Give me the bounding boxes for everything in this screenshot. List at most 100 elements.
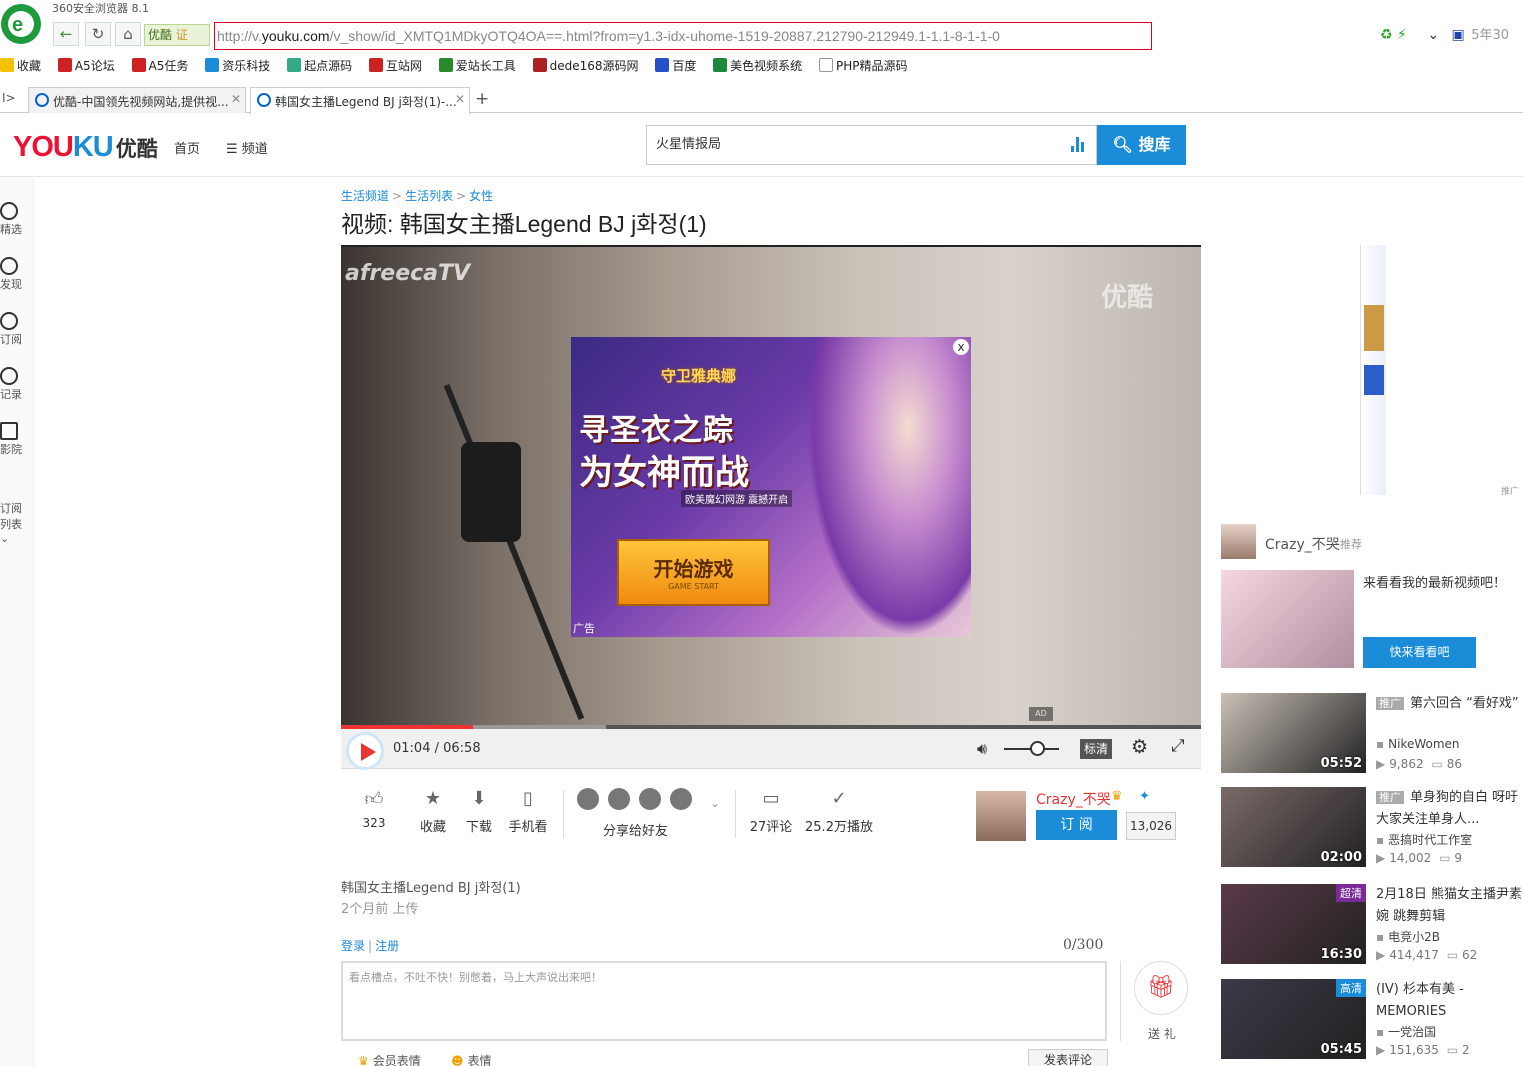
close-tab-icon[interactable]: ✕ [455, 92, 465, 106]
bookmark-item[interactable]: A5任务 [131, 57, 188, 74]
breadcrumb-link[interactable]: 女性 [469, 189, 493, 203]
video-thumbnail[interactable]: 超清 16:30 [1221, 884, 1366, 964]
video-duration: 05:52 [1320, 756, 1362, 771]
bookmark-item[interactable]: 起点源码 [287, 57, 352, 74]
tab-strip: I> 优酷-中国领先视频网站,提供视... ✕ 韩国女主播Legend BJ j… [0, 86, 1523, 114]
related-video-card[interactable]: 高清 05:45 (IV) 杉本有美 - MEMORIES ▪ 一党治国 ▶ 151,635… [1221, 979, 1523, 1059]
share-label[interactable]: 分享给好友 [603, 820, 668, 839]
comment-icon: ▭ [1446, 1043, 1459, 1057]
divider [1120, 961, 1121, 1041]
gift-button[interactable]: 🎁︎ [1134, 961, 1188, 1015]
video-owner[interactable]: ▪ NikeWomen [1376, 737, 1460, 751]
video-thumbnail[interactable]: 02:00 [1221, 787, 1366, 867]
search-icon: 🔍︎ [1112, 135, 1139, 154]
weibo-icon[interactable] [639, 788, 661, 810]
new-tab-button[interactable]: + [475, 89, 489, 109]
qq-icon[interactable] [670, 788, 692, 810]
right-ad-banner[interactable] [1360, 245, 1386, 495]
tab-list-toggle[interactable]: I> [2, 91, 16, 105]
back-button[interactable]: ← [53, 22, 79, 46]
search-button[interactable]: 🔍︎ 搜库 [1097, 125, 1186, 165]
youku-logo[interactable]: YOUKU 优酷 [13, 131, 158, 164]
video-owner[interactable]: ▪ 恶搞时代工作室 [1376, 831, 1472, 848]
refresh-button[interactable]: ↻ [85, 22, 111, 46]
subscribe-button[interactable]: 订 阅 [1036, 810, 1117, 840]
rail-item-subscription-list[interactable]: 订阅列表 ⌄ [0, 500, 22, 545]
close-tab-icon[interactable]: ✕ [231, 92, 241, 106]
register-link[interactable]: 注册 [375, 939, 399, 953]
volume-icon[interactable]: 🔊︎ [977, 739, 987, 759]
ad-overlay[interactable]: 守卫雅典娜 寻圣衣之踪 为女神而战 欧美魔幻网游 震撼开启 开始游戏 GAME S… [571, 337, 971, 637]
video-title[interactable]: 推广 单身狗的自白 呀吁大家关注单身人... [1376, 787, 1523, 831]
fullscreen-icon[interactable]: ⤢ [1171, 736, 1185, 756]
nav-channels-link[interactable]: ☰ 频道 [226, 138, 268, 157]
like-button[interactable]: 👍︎ 323 [362, 788, 386, 831]
qzone-icon[interactable] [608, 788, 630, 810]
nav-home-link[interactable]: 首页 [174, 138, 200, 157]
login-link[interactable]: 登录 [341, 939, 365, 953]
bookmark-item[interactable]: 收藏 [0, 57, 41, 74]
bookmark-item[interactable]: A5论坛 [57, 57, 115, 74]
wechat-icon[interactable] [577, 788, 599, 810]
bookmark-item[interactable]: 百度 [655, 57, 696, 74]
url-prefix: http://v. [217, 28, 262, 44]
uploader-avatar[interactable] [976, 791, 1026, 841]
video-title[interactable]: 推广 第六回合 “看好戏” [1376, 693, 1523, 715]
uploader-name[interactable]: Crazy_不哭 [1036, 789, 1111, 809]
bookmark-item[interactable]: 资乐科技 [205, 57, 270, 74]
video-player[interactable]: afreecaTV 优酷 守卫雅典娜 寻圣衣之踪 为女神而战 欧美魔幻网游 震撼… [341, 245, 1201, 727]
paw-icon[interactable]: ▣ [1452, 27, 1465, 43]
video-thumbnail[interactable]: 高清 05:45 [1221, 979, 1366, 1059]
quality-selector[interactable]: 标清 [1080, 739, 1112, 759]
video-title[interactable]: 2月18日 熊猫女主播尹素婉 跳舞剪辑 [1376, 884, 1523, 928]
related-video-card[interactable]: 超清 16:30 2月18日 熊猫女主播尹素婉 跳舞剪辑 ▪ 电竞小2B ▶ 414,417… [1221, 884, 1523, 964]
related-video-card[interactable]: 05:52 推广 第六回合 “看好戏” ▪ NikeWomen ▶ 9,862 ▭ 86 [1221, 693, 1523, 773]
home-button[interactable]: ⌂ [115, 22, 141, 46]
recommend-avatar[interactable] [1221, 524, 1256, 559]
chevron-down-icon[interactable]: ⌄ [1427, 27, 1439, 43]
gear-icon[interactable]: ⚙ [1131, 736, 1148, 758]
play-button[interactable] [346, 732, 384, 770]
rail-item-featured[interactable]: 精选 [0, 202, 34, 237]
vip-emoji-button[interactable]: ♛ 会员表情 [358, 1052, 421, 1066]
bookmark-item[interactable]: 爱站长工具 [438, 57, 516, 74]
browser-tab[interactable]: 优酷-中国领先视频网站,提供视... ✕ [28, 87, 246, 113]
bookmark-item[interactable]: 互站网 [368, 57, 422, 74]
video-title[interactable]: (IV) 杉本有美 - MEMORIES [1376, 979, 1523, 1023]
lightning-icon[interactable]: ⚡ [1397, 27, 1407, 43]
comment-textarea[interactable]: 看点槽点，不吐不快！别憋着，马上大声说出来吧！ [341, 961, 1107, 1041]
favorite-button[interactable]: ★ 收藏 [419, 788, 447, 835]
video-thumbnail[interactable]: 05:52 [1221, 693, 1366, 773]
share-more-chevron-icon[interactable]: ⌄ [710, 796, 720, 810]
post-comment-button[interactable]: 发表评论 [1028, 1049, 1108, 1066]
gift-label[interactable]: 送 礼 [1148, 1025, 1176, 1042]
ad-start-game-button[interactable]: 开始游戏 GAME START [617, 539, 770, 606]
recommend-name[interactable]: Crazy_不哭 [1265, 534, 1340, 554]
bookmark-item[interactable]: dede168源码网 [532, 57, 639, 74]
browser-tab-active[interactable]: 韩国女主播Legend BJ j화정(1)-... ✕ [250, 87, 470, 114]
breadcrumb-link[interactable]: 生活频道 [341, 189, 389, 203]
ad-close-button[interactable]: x [953, 339, 969, 355]
comments-button[interactable]: ▭ 27评论 [749, 788, 793, 835]
video-owner[interactable]: ▪ 电竞小2B [1376, 928, 1440, 945]
rail-item-cinema[interactable]: 影院 [0, 422, 34, 457]
emoji-button[interactable]: ☻ 表情 [451, 1052, 492, 1066]
site-badge[interactable]: 优酷 证 [144, 24, 210, 46]
bookmark-item[interactable]: PHP精品源码 [819, 57, 908, 74]
hot-ranking-icon[interactable] [1071, 137, 1087, 152]
rail-item-subscribe[interactable]: 订阅 [0, 312, 34, 347]
related-video-card[interactable]: 02:00 推广 单身狗的自白 呀吁大家关注单身人... ▪ 恶搞时代工作室 ▶ 14,00… [1221, 787, 1523, 867]
address-bar[interactable]: http://v.youku.com/v_show/id_XMTQ1MDkyOT… [214, 22, 1152, 50]
video-owner[interactable]: ▪ 一党治国 [1376, 1023, 1436, 1040]
recycle-icon[interactable]: ♻ [1380, 27, 1393, 43]
mobile-watch-button[interactable]: ▯ 手机看 [507, 788, 549, 835]
rail-item-history[interactable]: 记录 [0, 367, 34, 402]
download-button[interactable]: ⬇ 下载 [464, 788, 494, 835]
search-input[interactable]: 火星情报局 [646, 125, 1097, 165]
volume-knob[interactable] [1029, 741, 1045, 756]
recommend-watch-button[interactable]: 快来看看吧 [1363, 637, 1476, 668]
bookmark-item[interactable]: 美色视频系统 [713, 57, 802, 74]
rail-item-discover[interactable]: 发现 [0, 257, 34, 292]
breadcrumb-link[interactable]: 生活列表 [405, 189, 453, 203]
recommend-thumbnail[interactable] [1221, 570, 1354, 668]
